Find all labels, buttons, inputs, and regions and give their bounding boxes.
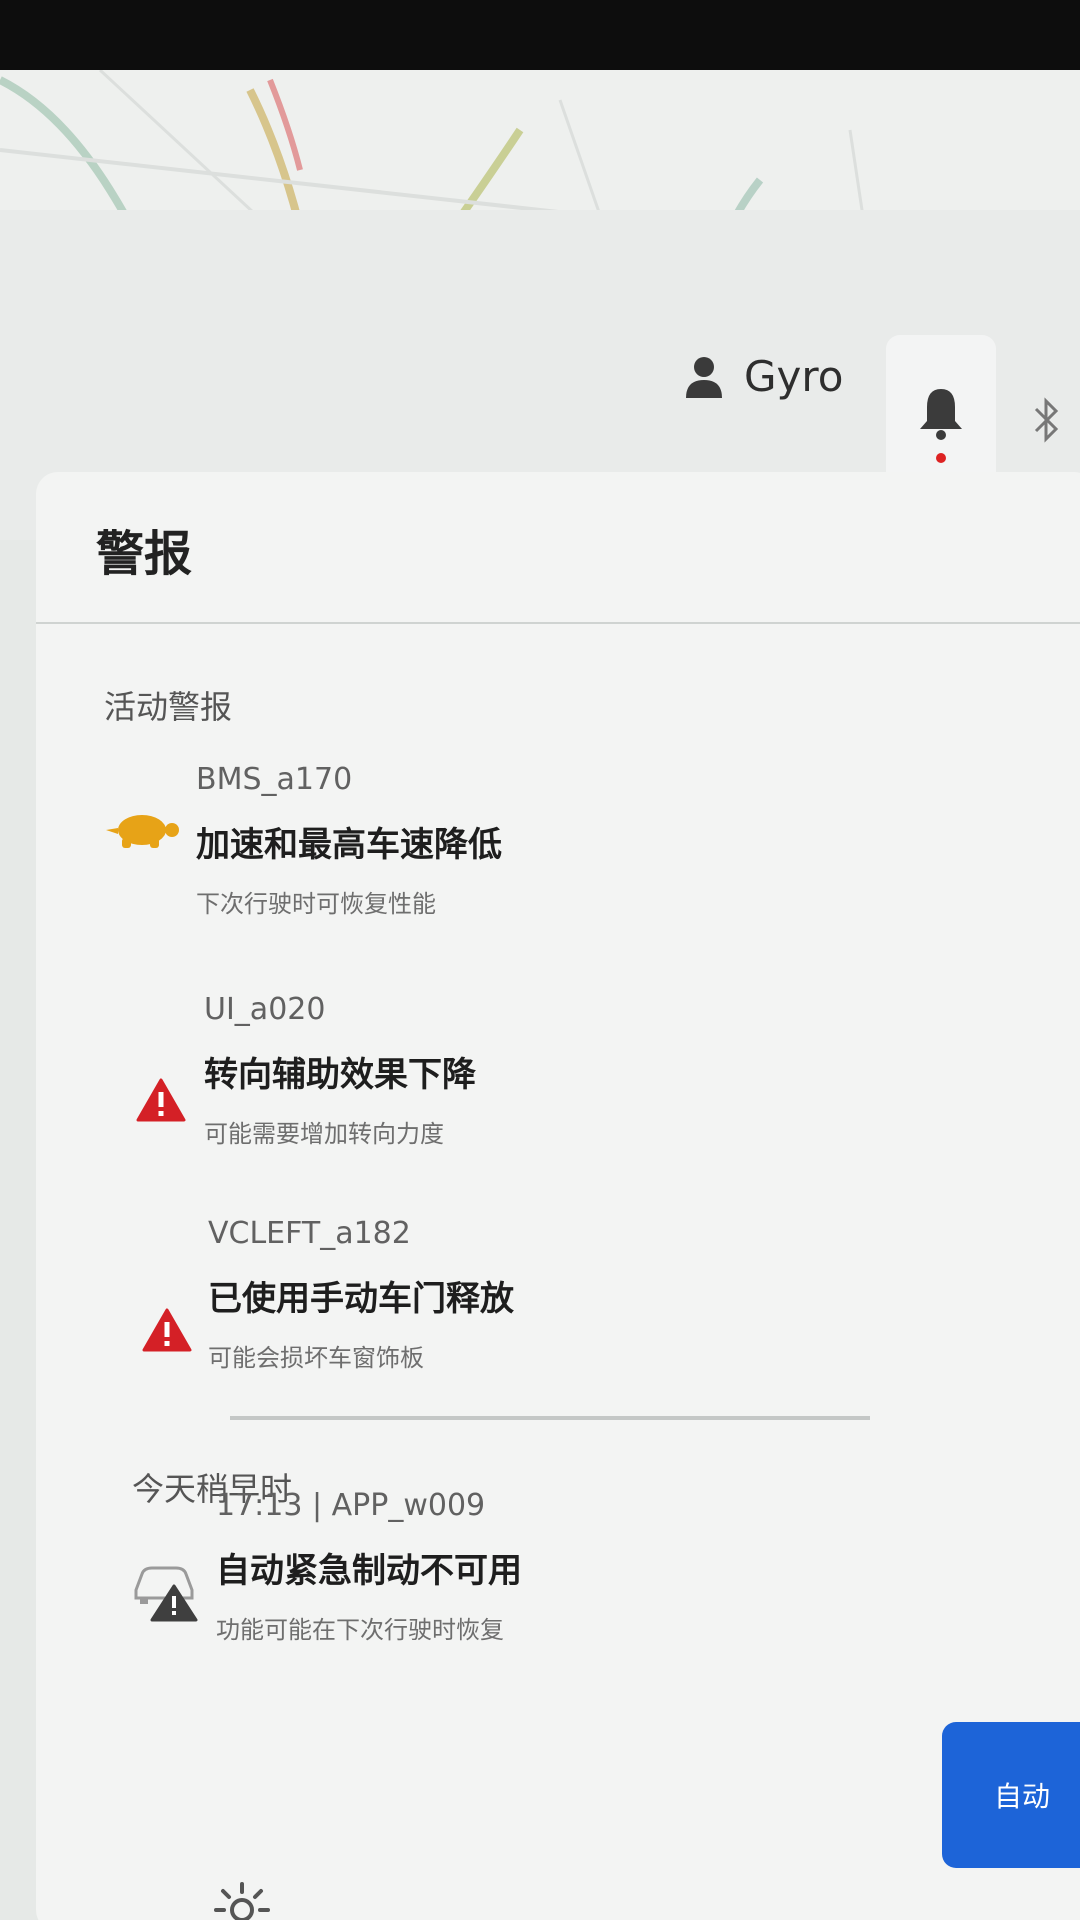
bluetooth-icon [1034, 397, 1059, 443]
alert-item[interactable]: 17:13 | APP_w009 自动紧急制动不可用 功能可能在下次行驶时恢复 [216, 1488, 976, 1645]
car-warning-icon [128, 1558, 204, 1626]
alert-code: VCLEFT_a182 [208, 1216, 411, 1251]
auto-button[interactable]: 自动 [942, 1722, 1080, 1868]
alert-title: 加速和最高车速降低 [196, 825, 502, 865]
alert-title: 已使用手动车门释放 [208, 1279, 514, 1319]
alert-subtitle: 下次行驶时可恢复性能 [196, 890, 436, 918]
active-alerts-heading: 活动警报 [104, 688, 233, 726]
alert-code: UI_a020 [204, 992, 326, 1027]
user-profile-button[interactable]: Gyro [686, 352, 843, 401]
alert-code: 17:13 | APP_w009 [216, 1488, 486, 1523]
brightness-slider[interactable] [230, 1416, 870, 1420]
alert-subtitle: 可能需要增加转向力度 [204, 1120, 444, 1148]
alert-title: 转向辅助效果下降 [204, 1055, 476, 1095]
turtle-icon [106, 810, 180, 854]
notification-dot [936, 453, 946, 463]
warning-icon [142, 1308, 192, 1356]
divider [36, 622, 1080, 624]
screen: Gyro 警报 活动警报 BMS_a170 加速和最高车速降低 下次行驶时可恢复… [0, 70, 1080, 1920]
person-icon [686, 356, 722, 398]
alert-subtitle: 功能可能在下次行驶时恢复 [216, 1616, 504, 1644]
alert-item[interactable]: BMS_a170 加速和最高车速降低 下次行驶时可恢复性能 [196, 762, 956, 919]
alert-item[interactable]: UI_a020 转向辅助效果下降 可能需要增加转向力度 [204, 992, 964, 1149]
alert-subtitle: 可能会损坏车窗饰板 [208, 1344, 424, 1372]
alert-title: 自动紧急制动不可用 [216, 1551, 522, 1591]
warning-icon [136, 1078, 186, 1126]
sun-icon[interactable] [212, 1880, 272, 1920]
panel-title: 警报 [96, 526, 193, 582]
alert-item[interactable]: VCLEFT_a182 已使用手动车门释放 可能会损坏车窗饰板 [208, 1216, 968, 1373]
alerts-panel: 警报 活动警报 BMS_a170 加速和最高车速降低 下次行驶时可恢复性能 UI… [36, 472, 1080, 1920]
bell-icon [920, 389, 962, 440]
alert-code: BMS_a170 [196, 762, 353, 797]
user-name: Gyro [744, 352, 844, 401]
